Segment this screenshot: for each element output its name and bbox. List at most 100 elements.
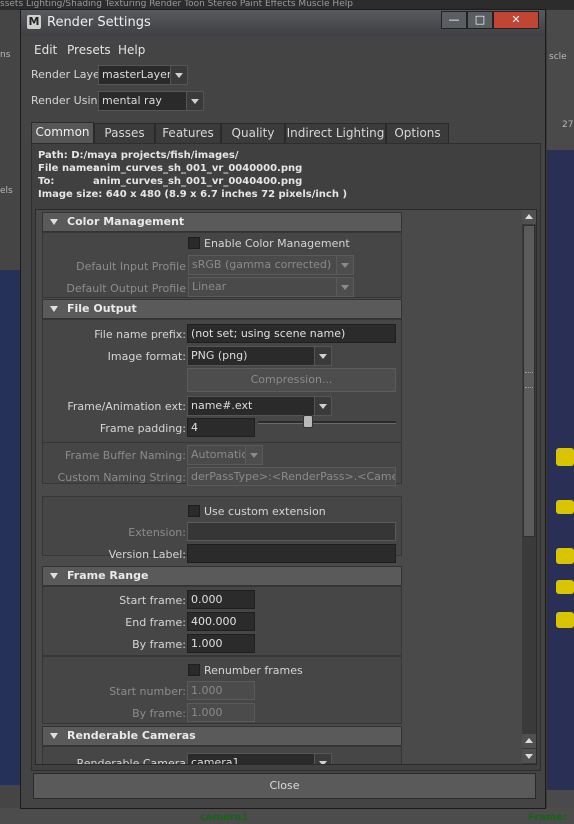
scrollbar-grip-icon <box>525 372 533 388</box>
custom-naming-input[interactable]: derPassType>:<RenderPass>.<Camera> <box>187 467 396 486</box>
minimize-button[interactable]: — <box>441 11 467 29</box>
chevron-down-icon <box>186 92 203 110</box>
prefix-input[interactable]: (not set; using scene name) <box>187 324 396 343</box>
viewport-object <box>556 580 574 594</box>
output-profile-label: Default Output Profile <box>66 282 186 295</box>
section-title: Color Management <box>67 215 185 228</box>
fb-naming-dropdown[interactable]: Automatic <box>187 445 263 465</box>
render-using-value: mental ray <box>102 94 162 107</box>
image-size: Image size: 640 x 480 (8.9 x 6.7 inches … <box>38 189 348 200</box>
start-number-input[interactable]: 1.000 <box>187 681 255 700</box>
scroll-up-arrow-icon[interactable] <box>522 734 536 748</box>
collapse-triangle-icon <box>50 219 58 225</box>
scroll-up-arrow-icon[interactable] <box>522 210 536 224</box>
by-frame-label: By frame: <box>132 638 186 651</box>
window-title: Render Settings <box>47 15 151 30</box>
tab-features[interactable]: Features <box>155 123 221 143</box>
file-to-label: To: <box>38 176 55 187</box>
start-frame-label: Start frame: <box>119 594 186 607</box>
close-button[interactable]: Close <box>33 773 536 799</box>
viewport-object <box>556 612 574 628</box>
version-label-label: Version Label: <box>108 548 186 561</box>
version-label-input[interactable] <box>187 544 396 563</box>
slider-handle[interactable] <box>302 415 313 428</box>
tab-passes[interactable]: Passes <box>94 123 155 143</box>
bg-left-label: els <box>0 186 13 196</box>
section-color-management[interactable]: Color Management <box>42 212 402 232</box>
fb-naming-value: Automatic <box>191 448 248 461</box>
render-layer-label: Render Layer <box>31 68 105 81</box>
section-title: File Output <box>67 302 137 315</box>
file-name-label: File name: <box>38 163 98 174</box>
by-frame-2-input[interactable]: 1.000 <box>187 703 255 722</box>
start-frame-input[interactable]: 0.000 <box>187 590 255 609</box>
input-profile-dropdown[interactable]: sRGB (gamma corrected) <box>188 255 354 275</box>
renumber-frames-checkbox[interactable] <box>188 664 200 676</box>
extension-input[interactable] <box>187 522 396 541</box>
viewport-object <box>556 548 574 564</box>
section-title: Frame Range <box>67 569 149 582</box>
frame-padding-slider[interactable] <box>258 421 396 424</box>
viewport-camera-label: camera1 <box>200 812 249 823</box>
section-file-output[interactable]: File Output <box>42 299 402 319</box>
render-layer-dropdown[interactable]: masterLayer <box>98 65 188 85</box>
image-format-value: PNG (png) <box>191 349 248 362</box>
enable-color-management-checkbox[interactable] <box>188 237 200 249</box>
render-layer-value: masterLayer <box>102 68 172 81</box>
maya-app-icon: M <box>27 15 41 29</box>
bg-right-label: 27 <box>562 120 574 130</box>
tab-options[interactable]: Options <box>386 123 449 143</box>
settings-scroll-area[interactable]: Color Management Enable Color Management… <box>35 209 537 765</box>
output-profile-value: Linear <box>192 280 227 293</box>
by-frame-input[interactable]: 1.000 <box>187 634 255 653</box>
menu-presets[interactable]: Presets <box>67 43 111 57</box>
image-format-dropdown[interactable]: PNG (png) <box>187 346 332 366</box>
chevron-down-icon <box>336 256 353 274</box>
scroll-down-arrow-icon[interactable] <box>522 749 536 763</box>
frame-padding-input[interactable]: 4 <box>187 418 255 437</box>
maximize-button[interactable]: □ <box>467 11 493 29</box>
render-settings-window: M Render Settings — □ ✕ Edit Presets Hel… <box>20 9 546 809</box>
title-bar[interactable]: M Render Settings — □ ✕ <box>21 10 545 36</box>
menu-edit[interactable]: Edit <box>34 43 57 57</box>
tab-quality[interactable]: Quality <box>221 123 285 143</box>
by-frame-2-label: By frame: <box>132 707 186 720</box>
end-frame-input[interactable]: 400.000 <box>187 612 255 631</box>
section-renderable-cameras[interactable]: Renderable Cameras <box>42 726 402 746</box>
viewport-frame-label: Frame: <box>528 812 568 823</box>
use-custom-extension-checkbox[interactable] <box>188 505 200 517</box>
compression-button[interactable]: Compression... <box>187 368 396 392</box>
end-frame-label: End frame: <box>125 616 186 629</box>
image-format-label: Image format: <box>107 350 186 363</box>
renderable-camera-value: camera1 <box>191 756 240 765</box>
enable-color-management-label: Enable Color Management <box>204 237 350 250</box>
maya-main-menu-text: ssets Lighting/Shading Texturing Render … <box>0 0 353 8</box>
viewport-object <box>556 448 574 466</box>
chevron-down-icon <box>314 397 331 415</box>
use-custom-extension-label: Use custom extension <box>204 505 326 518</box>
menu-help[interactable]: Help <box>118 43 145 57</box>
collapse-triangle-icon <box>50 573 58 579</box>
output-profile-dropdown[interactable]: Linear <box>188 277 354 297</box>
close-window-button[interactable]: ✕ <box>493 11 539 29</box>
file-to-value: anim_curves_sh_001_vr_0040400.png <box>93 176 303 187</box>
chevron-down-icon <box>336 278 353 296</box>
bg-right-label: scle <box>549 52 567 62</box>
tab-common[interactable]: Common <box>31 122 94 143</box>
viewport-object <box>556 500 574 514</box>
section-title: Renderable Cameras <box>67 729 196 742</box>
tab-indirect-lighting[interactable]: Indirect Lighting <box>285 123 386 143</box>
chevron-down-icon <box>170 66 187 84</box>
chevron-down-icon <box>314 754 331 764</box>
input-profile-value: sRGB (gamma corrected) <box>192 258 332 271</box>
viewport-bottom-bar <box>0 808 574 824</box>
render-using-dropdown[interactable]: mental ray <box>98 91 204 111</box>
frame-ext-value: name#.ext <box>191 399 253 412</box>
viewport-right-edge <box>547 150 574 790</box>
frame-padding-label: Frame padding: <box>99 422 186 435</box>
renderable-camera-dropdown[interactable]: camera1 <box>187 753 332 765</box>
frame-ext-dropdown[interactable]: name#.ext <box>187 396 332 416</box>
section-frame-range[interactable]: Frame Range <box>42 566 402 586</box>
chevron-down-icon <box>245 446 262 464</box>
renumber-frames-label: Renumber frames <box>204 664 303 677</box>
